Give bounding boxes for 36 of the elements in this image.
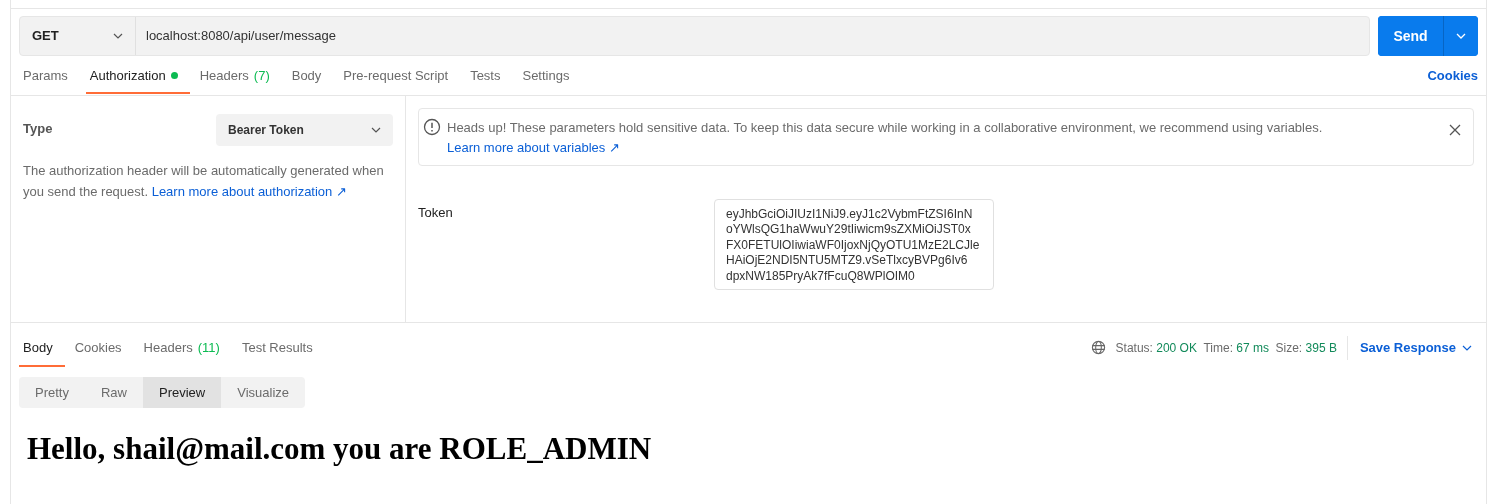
info-icon	[423, 118, 441, 136]
request-tab[interactable]: Headers (7)	[195, 56, 282, 95]
auth-type-dropdown[interactable]: Bearer Token	[216, 114, 393, 146]
response-meta: Size: 395 B	[1275, 339, 1337, 357]
response-tab[interactable]: Body	[19, 329, 65, 367]
response-meta: Status: 200 OK	[1115, 339, 1197, 357]
token-label: Token	[418, 204, 454, 222]
response-tab[interactable]: Cookies	[70, 329, 134, 367]
view-toggle[interactable]: Preview	[143, 376, 222, 408]
auth-description: The authorization header will be automatically generated when you send the request. Learn more about authorization ↗	[23, 162, 385, 201]
request-tab[interactable]: Tests	[466, 56, 513, 95]
alert-message: Heads up! These parameters hold sensitive data. To keep this data secure while working in a collaborative environment, we recommend using variables.	[447, 119, 1324, 137]
view-toggle[interactable]: Visualize	[221, 376, 306, 408]
chevron-down-icon	[1462, 344, 1472, 351]
response-tab[interactable]: Headers (11)	[139, 329, 232, 367]
save-response-button[interactable]: Save Response	[1346, 336, 1478, 360]
view-toggle[interactable]: Pretty	[19, 376, 85, 408]
type-label: Type	[23, 120, 53, 138]
cookies-link[interactable]: Cookies	[1427, 65, 1478, 86]
send-button[interactable]: Send	[1378, 16, 1444, 56]
response-meta: Time: 67 ms	[1203, 339, 1269, 357]
variables-link[interactable]: Learn more about variables ↗	[447, 139, 620, 155]
request-tab[interactable]: Settings	[518, 56, 582, 95]
request-tab[interactable]: Body	[287, 56, 334, 95]
globe-icon[interactable]	[1090, 340, 1106, 356]
response-heading: Hello, shail@mail.com you are ROLE_ADMIN	[27, 430, 653, 468]
chevron-down-icon	[371, 127, 381, 133]
token-field[interactable]: eyJhbGciOiJIUzI1NiJ9.eyJ1c2VybmFtZSI6InN oYWlsQG1haWwuY29tIiwicm9sZXMiOiJST0x FX0FETUlOIiwiaWF0IjoxNjQyOTU1MzE2LCJle HAiOjE2NDI5NTU5MTZ9.vSeTlxcyBVPg6Iv6 dpxNW185PryAk7fFcuQ8WPlOIM0	[714, 199, 994, 291]
request-tab[interactable]: Params	[19, 56, 80, 95]
request-tab[interactable]: Authorization	[85, 56, 190, 95]
response-tab[interactable]: Test Results	[237, 329, 325, 367]
authorization-link[interactable]: Learn more about authorization ↗	[151, 184, 347, 199]
request-tab[interactable]: Pre-request Script	[339, 56, 461, 95]
view-toggle[interactable]: Raw	[84, 376, 143, 408]
close-icon[interactable]	[1449, 124, 1461, 136]
chevron-down-icon	[1456, 33, 1466, 39]
